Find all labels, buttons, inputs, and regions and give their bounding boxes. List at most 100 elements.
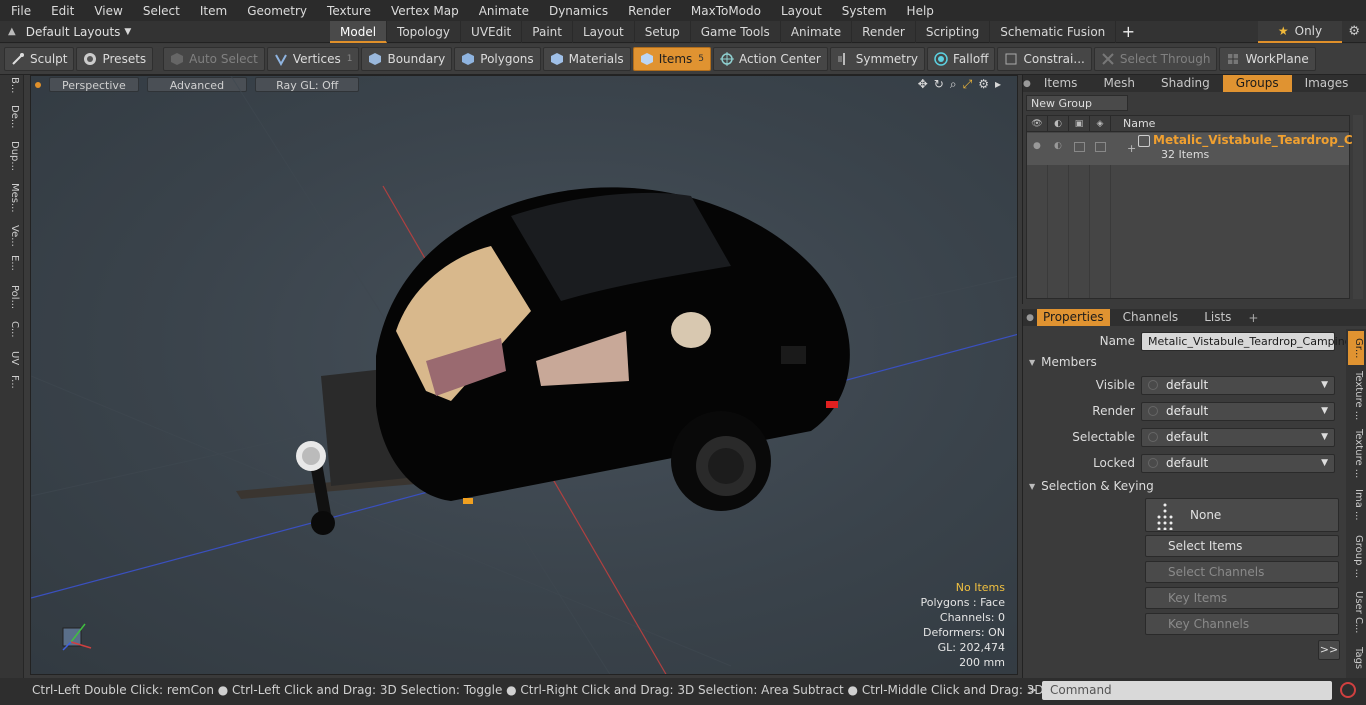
left-tab-b[interactable]: B...	[4, 77, 20, 93]
left-tab-c[interactable]: C...	[4, 321, 20, 338]
row-lock-checkbox[interactable]	[1074, 142, 1085, 152]
layout-selector[interactable]: ▲ Default Layouts ▼	[0, 21, 330, 43]
add-properties-tab-icon[interactable]: +	[1244, 311, 1262, 325]
command-arrow-icon[interactable]: >	[1027, 683, 1037, 697]
new-group-button[interactable]: New Group	[1026, 95, 1128, 111]
collapse-arrow-icon[interactable]: ▲	[8, 26, 16, 37]
left-tab-mes[interactable]: Mes...	[4, 183, 20, 213]
tab-animate[interactable]: Animate	[781, 20, 853, 43]
menu-item[interactable]: Item	[189, 4, 236, 18]
render-icon[interactable]: ◐	[1048, 116, 1069, 131]
menu-help[interactable]: Help	[896, 4, 943, 18]
tab-paint[interactable]: Paint	[522, 20, 573, 43]
tab-schematic-fusion[interactable]: Schematic Fusion	[990, 20, 1117, 43]
tab-items[interactable]: Items	[1031, 75, 1091, 92]
selection-keying-section[interactable]: ▼ Selection & Keying	[1029, 479, 1154, 493]
left-tab-uv[interactable]: UV	[4, 351, 20, 365]
tab-scripting[interactable]: Scripting	[916, 20, 991, 43]
tab-render[interactable]: Render	[852, 20, 916, 43]
side-tab-image[interactable]: Ima ...	[1348, 489, 1364, 521]
menu-edit[interactable]: Edit	[40, 4, 83, 18]
visible-dropdown[interactable]: default ▼	[1141, 375, 1335, 395]
side-tab-user-channels[interactable]: User C...	[1348, 591, 1364, 634]
menu-file[interactable]: File	[0, 4, 40, 18]
tab-game-tools[interactable]: Game Tools	[691, 20, 781, 43]
items-button[interactable]: Items 5	[632, 47, 711, 71]
auto-select-button[interactable]: Auto Select	[163, 47, 265, 71]
stop-icon[interactable]	[1340, 682, 1356, 698]
add-tab-icon[interactable]: +	[1116, 21, 1140, 43]
symmetry-button[interactable]: Symmetry	[829, 47, 926, 71]
tab-properties[interactable]: Properties	[1037, 309, 1110, 326]
tab-mesh[interactable]: Mesh ...	[1090, 75, 1148, 107]
menu-system[interactable]: System	[831, 4, 896, 18]
row-eye-icon[interactable]: ●	[1033, 141, 1041, 151]
side-tab-texture-2[interactable]: Texture ...	[1348, 429, 1364, 478]
menu-animate[interactable]: Animate	[468, 4, 538, 18]
expand-plus-icon[interactable]: +	[1127, 142, 1136, 155]
menu-texture[interactable]: Texture	[316, 4, 380, 18]
menu-geometry[interactable]: Geometry	[236, 4, 316, 18]
3d-viewport[interactable]: Perspective Advanced Ray GL: Off ✥ ↻ ⌕ ⤢…	[30, 75, 1018, 675]
command-input[interactable]: Command	[1042, 681, 1332, 700]
tab-channels[interactable]: Channels	[1110, 309, 1192, 326]
side-tab-texture-1[interactable]: Texture ...	[1348, 371, 1364, 420]
render-dropdown[interactable]: default ▼	[1141, 401, 1335, 421]
workplane-button[interactable]: WorkPlane	[1219, 47, 1316, 71]
left-tab-e[interactable]: E...	[4, 255, 20, 271]
tab-layout[interactable]: Layout	[573, 20, 635, 43]
menu-vertex-map[interactable]: Vertex Map	[380, 4, 468, 18]
side-tab-group-2[interactable]: Group ...	[1348, 535, 1364, 578]
key-channels-button[interactable]: Key Channels	[1145, 613, 1339, 635]
select-items-button[interactable]: Select Items	[1145, 535, 1339, 557]
side-tab-group[interactable]: Gr...	[1348, 331, 1364, 365]
constraints-button[interactable]: Constrai...	[997, 47, 1092, 71]
tab-setup[interactable]: Setup	[635, 20, 691, 43]
boundary-button[interactable]: Boundary	[361, 47, 453, 71]
tab-topology[interactable]: Topology	[387, 20, 462, 43]
tab-groups[interactable]: Groups	[1222, 75, 1292, 92]
menu-layout[interactable]: Layout	[770, 4, 831, 18]
select-channels-button[interactable]: Select Channels	[1145, 561, 1339, 583]
sculpt-button[interactable]: Sculpt	[4, 47, 75, 71]
select-through-button[interactable]: Select Through	[1093, 47, 1218, 71]
lock-icon[interactable]: ▣	[1069, 116, 1090, 131]
row-render-icon[interactable]: ◐	[1054, 141, 1062, 151]
menu-select[interactable]: Select	[132, 4, 189, 18]
vertices-button[interactable]: Vertices 1	[266, 47, 360, 71]
row-select-checkbox[interactable]	[1095, 142, 1106, 152]
selectable-dropdown[interactable]: default ▼	[1141, 427, 1335, 447]
tab-uvedit[interactable]: UVEdit	[461, 20, 523, 43]
side-tab-tags[interactable]: Tags	[1348, 647, 1364, 669]
left-tab-f[interactable]: F...	[4, 375, 20, 389]
left-tab-pol[interactable]: Pol...	[4, 285, 20, 309]
tab-lists[interactable]: Lists	[1191, 309, 1244, 326]
tab-images[interactable]: Images	[1292, 75, 1362, 92]
action-center-button[interactable]: Action Center	[713, 47, 828, 71]
materials-button[interactable]: Materials	[542, 47, 631, 71]
left-tab-dup[interactable]: Dup...	[4, 141, 20, 171]
visibility-eye-icon[interactable]: 👁	[1027, 116, 1048, 131]
falloff-button[interactable]: Falloff	[927, 47, 996, 71]
menu-dynamics[interactable]: Dynamics	[538, 4, 617, 18]
gear-icon[interactable]: ⚙	[1348, 24, 1360, 39]
more-button[interactable]: >>	[1318, 640, 1340, 660]
members-section[interactable]: ▼ Members	[1029, 355, 1097, 369]
name-field[interactable]: Metalic_Vistabule_Teardrop_Camping_	[1141, 331, 1357, 351]
tab-shading[interactable]: Shading	[1148, 75, 1223, 92]
menu-render[interactable]: Render	[617, 4, 680, 18]
add-panel-tab-icon[interactable]: +	[1361, 77, 1366, 91]
properties-dot-icon[interactable]: ●	[1023, 313, 1037, 323]
presets-button[interactable]: Presets	[76, 47, 154, 71]
menu-view[interactable]: View	[83, 4, 131, 18]
polygons-button[interactable]: Polygons	[454, 47, 541, 71]
left-tab-ve[interactable]: Ve...	[4, 225, 20, 247]
groups-scrollbar[interactable]	[1353, 115, 1363, 299]
none-button[interactable]: None	[1145, 498, 1339, 532]
tab-model[interactable]: Model	[330, 20, 388, 43]
left-tab-de[interactable]: De...	[4, 105, 20, 128]
select-icon[interactable]: ◈	[1090, 116, 1111, 131]
locked-dropdown[interactable]: default ▼	[1141, 453, 1335, 473]
only-toggle[interactable]: ★ Only	[1258, 21, 1342, 43]
key-items-button[interactable]: Key Items	[1145, 587, 1339, 609]
